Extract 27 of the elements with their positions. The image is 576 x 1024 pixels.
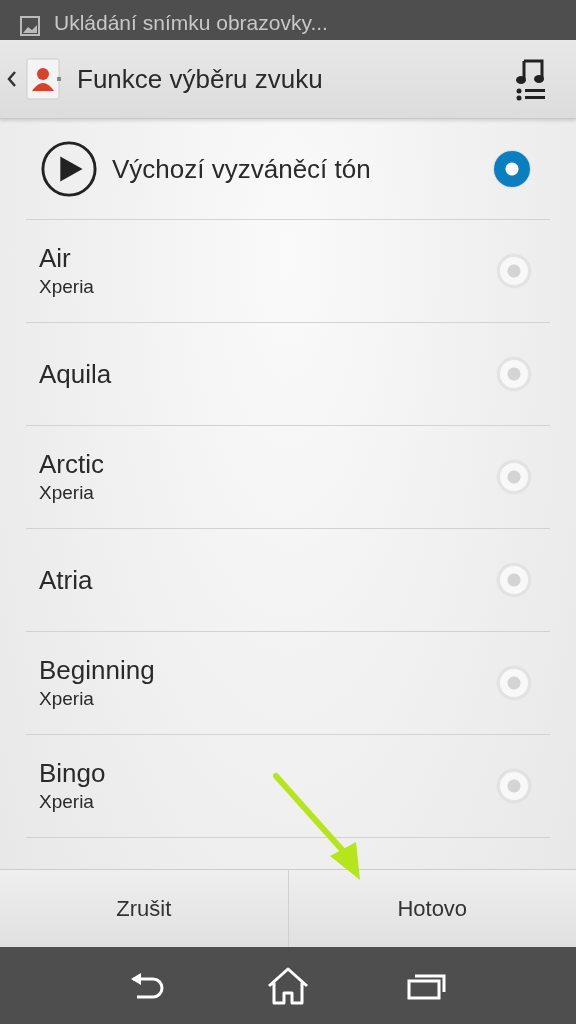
ringtone-name: Atria (39, 564, 93, 596)
ringtone-name: Arctic (39, 448, 104, 480)
screen-title: Funkce výběru zvuku (77, 63, 324, 95)
ringtone-source: Xperia (39, 275, 94, 299)
radio-button[interactable] (498, 255, 530, 287)
radio-button[interactable] (498, 461, 530, 493)
ringtone-name: Aquila (39, 358, 112, 390)
music-list-icon[interactable] (516, 57, 546, 101)
radio-button[interactable] (498, 564, 530, 596)
ringtone-name: Beginning (39, 654, 155, 686)
ringtone-label: Výchozí vyzváněcí tón (112, 153, 372, 185)
cancel-button[interactable]: Zrušit (0, 870, 288, 947)
back-caret-icon[interactable] (7, 70, 17, 88)
image-icon (20, 16, 40, 36)
notification-text: Ukládání snímku obrazovky... (54, 10, 328, 36)
ringtone-source: Xperia (39, 790, 95, 814)
play-icon[interactable] (40, 140, 98, 198)
radio-button[interactable] (498, 358, 530, 390)
radio-button[interactable] (494, 151, 530, 187)
home-icon[interactable] (266, 965, 310, 1006)
radio-button[interactable] (498, 770, 530, 802)
ringtone-name: Air (39, 242, 72, 274)
contact-app-icon[interactable] (26, 58, 62, 100)
ringtone-source: Xperia (39, 687, 95, 711)
ringtone-name: Bingo (39, 757, 106, 789)
ringtone-source: Xperia (39, 481, 95, 505)
radio-button[interactable] (498, 667, 530, 699)
